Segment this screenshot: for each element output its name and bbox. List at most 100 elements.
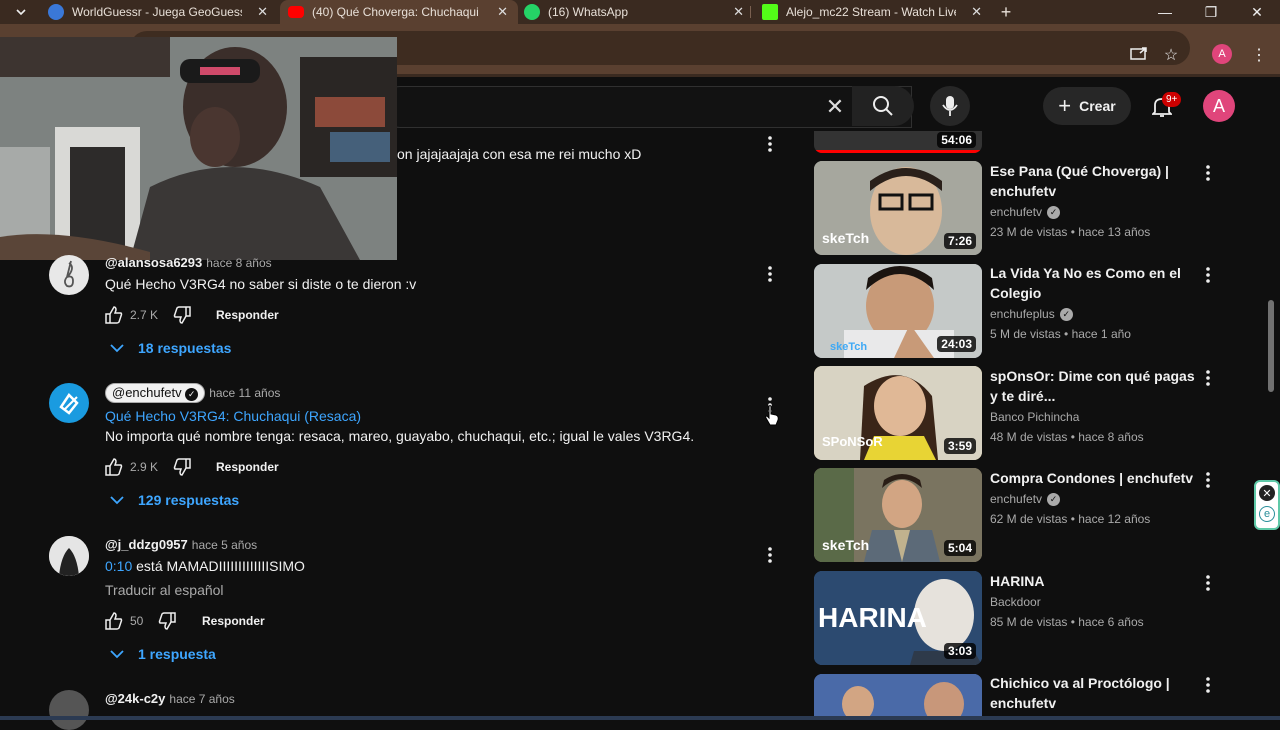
reply-button[interactable]: Responder: [202, 614, 265, 628]
close-tab-icon[interactable]: ✕: [257, 4, 268, 20]
search-button[interactable]: [852, 86, 914, 126]
thumbs-down-icon[interactable]: [172, 305, 192, 325]
author-handle[interactable]: @j_ddzg0957: [105, 537, 188, 552]
video-menu-icon[interactable]: [1198, 368, 1218, 388]
create-button[interactable]: + Crear: [1043, 87, 1131, 125]
enchufetv-logo-icon: [59, 393, 79, 415]
avatar[interactable]: [49, 255, 89, 295]
comment-text-partial: on jajajaajaja con esa me rei mucho xD: [397, 146, 642, 162]
comment-author[interactable]: @j_ddzg0957 hace 5 años: [105, 537, 257, 552]
tab-title: (40) Qué Choverga: Chuchaqui: [312, 5, 479, 19]
video-thumbnail-partial[interactable]: 54:06: [814, 131, 982, 153]
install-app-icon[interactable]: [1128, 44, 1150, 66]
thumbs-down-icon[interactable]: [172, 457, 192, 477]
creator-chip[interactable]: @enchufetv ✓: [105, 383, 206, 403]
voice-search-button[interactable]: [930, 86, 970, 126]
close-tab-icon[interactable]: ✕: [497, 4, 508, 20]
video-thumbnail[interactable]: skeTch 7:26: [814, 161, 982, 255]
close-icon[interactable]: ✕: [1259, 485, 1275, 501]
comment-author[interactable]: @enchufetv ✓ hace 11 años: [105, 383, 280, 403]
reply-button[interactable]: Responder: [216, 460, 279, 474]
comment-time[interactable]: hace 8 años: [206, 256, 271, 270]
video-menu-icon[interactable]: [1198, 470, 1218, 490]
video-channel[interactable]: enchufetv ✓: [990, 492, 1061, 506]
view-replies-button[interactable]: 18 respuestas: [110, 340, 231, 356]
video-meta: 85 M de vistas • hace 6 años: [990, 615, 1144, 629]
comment-time[interactable]: hace 7 años: [169, 692, 234, 706]
video-thumbnail[interactable]: SPoNSoR 3:59: [814, 366, 982, 460]
new-tab-button[interactable]: +: [996, 0, 1016, 24]
reply-button[interactable]: Responder: [216, 308, 279, 322]
tab-worldguessr[interactable]: WorldGuessr - Juega GeoGuessr ✕: [44, 0, 278, 24]
clear-search-icon[interactable]: ✕: [822, 94, 848, 120]
comment-menu-icon[interactable]: [760, 264, 780, 284]
video-menu-icon[interactable]: [1198, 265, 1218, 285]
video-thumbnail[interactable]: [814, 674, 982, 720]
tab-youtube[interactable]: (40) Qué Choverga: Chuchaqui ✕: [280, 0, 518, 24]
browser-profile-avatar[interactable]: A: [1212, 44, 1232, 64]
thumbs-up-icon[interactable]: [104, 457, 124, 477]
video-age: hace 8 años: [1078, 430, 1144, 444]
video-duration: 3:59: [943, 438, 976, 454]
view-count: 48 M de vistas: [990, 430, 1068, 444]
thumbnail-label: SPoNSoR: [822, 434, 883, 449]
video-channel[interactable]: enchufeplus ✓: [990, 307, 1073, 321]
author-handle[interactable]: @alansosa6293: [105, 255, 202, 270]
bookmark-star-icon[interactable]: ☆: [1160, 44, 1182, 66]
restore-icon[interactable]: ❐: [1188, 0, 1234, 24]
close-tab-icon[interactable]: ✕: [971, 4, 982, 20]
video-thumbnail[interactable]: skeTch 5:04: [814, 468, 982, 562]
author-handle[interactable]: @24k-c2y: [105, 691, 165, 706]
tab-kick-stream[interactable]: Alejo_mc22 Stream - Watch Live ✕: [758, 0, 992, 24]
video-title[interactable]: Chichico va al Proctólogo | enchufetv: [990, 673, 1195, 713]
comment-author[interactable]: @alansosa6293 hace 8 años: [105, 255, 272, 270]
browser-menu-icon[interactable]: ⋮: [1248, 44, 1270, 66]
comment-menu-icon[interactable]: [760, 134, 780, 154]
tab-whatsapp[interactable]: (16) WhatsApp ✕: [518, 0, 754, 24]
like-count: 2.9 K: [130, 460, 159, 474]
video-menu-icon[interactable]: [1198, 675, 1218, 695]
video-title[interactable]: Ese Pana (Qué Choverga) | enchufetv: [990, 161, 1195, 201]
comment-time[interactable]: hace 5 años: [192, 538, 257, 552]
thumbs-up-icon[interactable]: [104, 305, 124, 325]
video-title[interactable]: HARINA: [990, 571, 1195, 591]
author-handle[interactable]: @enchufetv: [112, 385, 182, 400]
view-replies-button[interactable]: 1 respuesta: [110, 646, 216, 662]
thumbs-down-icon[interactable]: [157, 611, 177, 631]
thumbnail-image: [814, 674, 982, 720]
account-avatar[interactable]: A: [1203, 90, 1235, 122]
channel-name[interactable]: Backdoor: [990, 595, 1041, 609]
video-menu-icon[interactable]: [1198, 163, 1218, 183]
channel-name[interactable]: enchufeplus: [990, 307, 1055, 321]
video-title[interactable]: La Vida Ya No es Como en el Colegio: [990, 263, 1195, 303]
close-tab-icon[interactable]: ✕: [733, 4, 744, 20]
video-title[interactable]: Compra Condones | enchufetv: [990, 468, 1195, 488]
video-channel[interactable]: Backdoor: [990, 595, 1041, 609]
video-title[interactable]: spOnsOr: Dime con qué pagas y te diré...: [990, 366, 1195, 406]
translate-link[interactable]: Traducir al español: [105, 582, 224, 598]
webcam-person-image: [0, 37, 397, 260]
thumbs-up-icon[interactable]: [104, 611, 124, 631]
channel-name[interactable]: Banco Pichincha: [990, 410, 1079, 424]
avatar[interactable]: [49, 690, 89, 730]
video-channel[interactable]: enchufetv ✓: [990, 205, 1061, 219]
video-menu-icon[interactable]: [1198, 573, 1218, 593]
video-thumbnail[interactable]: skeTch 24:03: [814, 264, 982, 358]
channel-name[interactable]: enchufetv: [990, 492, 1042, 506]
close-window-icon[interactable]: ✕: [1234, 0, 1280, 24]
timestamp-link[interactable]: 0:10: [105, 558, 132, 574]
extension-widget[interactable]: ✕ e: [1254, 480, 1280, 530]
channel-name[interactable]: enchufetv: [990, 205, 1042, 219]
avatar[interactable]: [49, 536, 89, 576]
view-replies-button[interactable]: 129 respuestas: [110, 492, 239, 508]
minimize-icon[interactable]: —: [1142, 0, 1188, 24]
scrollbar-thumb[interactable]: [1268, 300, 1274, 392]
comment-menu-icon[interactable]: [760, 545, 780, 565]
comment-author[interactable]: @24k-c2y hace 7 años: [105, 691, 235, 706]
tab-search-button[interactable]: [8, 0, 34, 24]
avatar[interactable]: [49, 383, 89, 423]
video-channel[interactable]: Banco Pichincha: [990, 410, 1079, 424]
comment-time[interactable]: hace 11 años: [209, 386, 280, 400]
video-thumbnail[interactable]: HARINA 3:03: [814, 571, 982, 665]
video-link[interactable]: Qué Hecho V3RG4: Chuchaqui (Resaca): [105, 408, 361, 424]
